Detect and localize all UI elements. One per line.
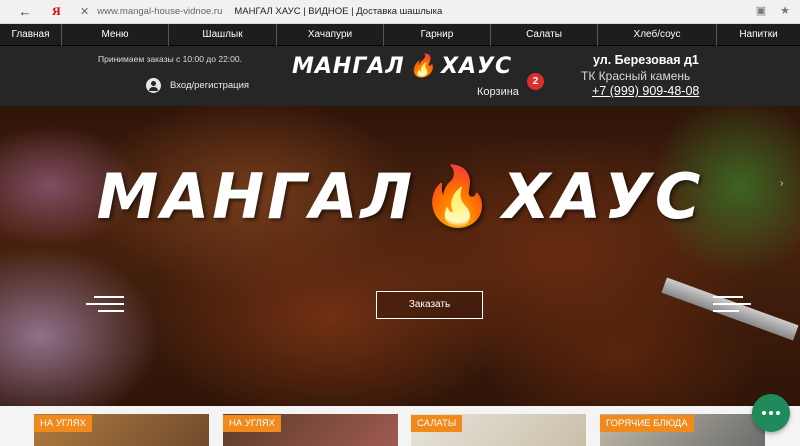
back-arrow-icon[interactable]: ← <box>14 4 36 19</box>
site-logo[interactable]: МАНГАЛ 🔥 ХАУС <box>292 54 512 79</box>
main-navigation: Главная Меню Шашлык Хачапури Гарнир Сала… <box>0 24 800 46</box>
nav-item-home[interactable]: Главная <box>0 24 62 46</box>
star-icon[interactable]: ★ <box>778 4 792 18</box>
hero-banner: МАНГАЛ 🔥 ХАУС Заказать › <box>0 106 800 406</box>
cart-link[interactable]: Корзина <box>477 86 519 98</box>
category-label: САЛАТЫ <box>411 415 463 432</box>
login-label: Вход/регистрация <box>170 80 250 91</box>
address-bar-url[interactable]: www.mangal-house-vidnoe.ru <box>97 6 222 17</box>
close-icon[interactable]: ✕ <box>80 5 89 18</box>
yandex-logo-icon[interactable]: Я <box>52 4 66 19</box>
nav-item-menu[interactable]: Меню <box>62 24 169 46</box>
login-link[interactable]: Вход/регистрация <box>146 78 249 93</box>
category-card-grill-2[interactable]: НА УГЛЯХ <box>223 414 398 446</box>
hero-title-right: ХАУС <box>502 160 704 233</box>
chat-bubble-icon[interactable] <box>752 394 790 432</box>
category-card-salads[interactable]: САЛАТЫ <box>411 414 586 446</box>
category-label: НА УГЛЯХ <box>34 415 92 432</box>
nav-item-salads[interactable]: Салаты <box>491 24 598 46</box>
logo-text-left: МАНГАЛ <box>292 54 405 79</box>
decorative-lines-right <box>713 296 751 317</box>
category-label: ГОРЯЧИЕ БЛЮДА <box>600 415 694 432</box>
logo-text-right: ХАУС <box>441 54 513 79</box>
working-hours: Принимаем заказы с 10:00 до 22:00. <box>98 54 242 64</box>
order-button[interactable]: Заказать <box>376 291 483 319</box>
user-icon <box>146 78 161 93</box>
address-street: ул. Березовая д1 <box>593 53 699 67</box>
browser-actions: ▣ ★ <box>754 4 792 18</box>
hero-title-left: МАНГАЛ <box>96 160 416 233</box>
decorative-lines-left <box>86 296 124 317</box>
nav-item-drinks[interactable]: Напитки <box>717 24 800 46</box>
flame-icon: 🔥 <box>408 54 438 79</box>
hero-flame-icon: 🔥 <box>421 162 497 230</box>
category-label: НА УГЛЯХ <box>223 415 281 432</box>
browser-toolbar: ← Я ✕ www.mangal-house-vidnoe.ru МАНГАЛ … <box>0 0 800 24</box>
hero-title: МАНГАЛ 🔥 ХАУС <box>0 160 800 233</box>
category-card-grill-1[interactable]: НА УГЛЯХ <box>34 414 209 446</box>
site-header: Принимаем заказы с 10:00 до 22:00. Вход/… <box>0 46 800 106</box>
lock-icon[interactable]: ▣ <box>754 4 768 18</box>
category-card-hot-dishes[interactable]: ГОРЯЧИЕ БЛЮДА <box>600 414 765 446</box>
address-mall: ТК Красный камень <box>581 69 691 83</box>
nav-item-shashlyk[interactable]: Шашлык <box>169 24 277 46</box>
nav-item-garnish[interactable]: Гарнир <box>384 24 491 46</box>
phone-link[interactable]: +7 (999) 909-48-08 <box>592 84 699 98</box>
category-strip: НА УГЛЯХ НА УГЛЯХ САЛАТЫ ГОРЯЧИЕ БЛЮДА <box>0 406 800 446</box>
chevron-right-icon[interactable]: › <box>780 178 783 189</box>
nav-item-bread-sauce[interactable]: Хлеб/соус <box>598 24 717 46</box>
page-title: МАНГАЛ ХАУС | ВИДНОЕ | Доставка шашлыка <box>234 6 443 17</box>
cart-count-badge[interactable]: 2 <box>527 73 544 90</box>
nav-item-khachapuri[interactable]: Хачапури <box>277 24 384 46</box>
